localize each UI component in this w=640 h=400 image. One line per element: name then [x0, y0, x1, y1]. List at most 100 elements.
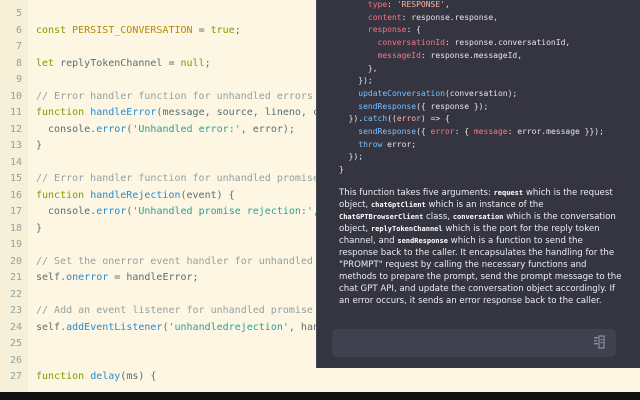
line-number: 27 — [9, 371, 22, 382]
line-number: 8 — [15, 57, 22, 69]
send-icon[interactable] — [592, 335, 606, 351]
code-line: 11 function handleError(message, source, … — [0, 105, 331, 121]
code-token: error — [96, 123, 127, 135]
inline-code: ChatGPTBrowserClient — [339, 213, 424, 221]
line-number: 18 — [9, 222, 22, 234]
response-code-token: messageId — [377, 50, 421, 60]
code-token: console. — [36, 206, 97, 217]
code-token: } — [36, 140, 43, 151]
code-token: (message, source, lineno, col — [156, 107, 332, 118]
description-text: This function takes five arguments: — [339, 188, 494, 198]
inline-code: request — [493, 189, 524, 197]
response-code-token: error — [430, 127, 455, 136]
response-code-token: : response.messageId, — [420, 50, 523, 60]
response-code-line: response: { — [339, 23, 421, 36]
code-token: } — [36, 222, 43, 234]
response-code-token: updateConversation — [358, 88, 445, 98]
code-line: 13} — [0, 138, 42, 154]
line-number: 16 — [9, 189, 22, 201]
response-code-token: (conversation); — [444, 88, 518, 98]
response-code-token: sendResponse — [358, 127, 417, 136]
response-code-token: content — [367, 12, 402, 22]
response-code-token: error; — [382, 139, 417, 149]
code-line: 23 // Add an event listener for unhandled… — [0, 303, 331, 319]
line-number: 6 — [15, 24, 22, 36]
response-code-token: }). — [348, 114, 364, 124]
response-code-token: ({ response }); — [416, 101, 489, 111]
code-token: PERSIST_CONVERSATION — [72, 24, 193, 36]
response-code-line: } — [339, 163, 344, 176]
response-code-token: response — [367, 25, 407, 35]
code-line: 27 function delay(ms) { — [0, 369, 156, 385]
code-line: 7 — [0, 39, 36, 55]
response-code-token: 'RESPONSE' — [396, 0, 445, 9]
response-code-token: ) => { — [420, 114, 450, 124]
response-code-token: sendResponse — [358, 101, 417, 111]
code-token: function — [36, 107, 91, 118]
code-token: replyTokenChannel = — [60, 57, 181, 69]
response-code-token: : response.response, — [401, 12, 498, 22]
line-number: 21 — [9, 272, 22, 283]
code-line: 24 self.addEventListener('unhandledreject… — [0, 320, 331, 336]
line-number: 12 — [9, 123, 22, 135]
response-code-token: ({ — [416, 127, 431, 136]
response-code-line: }); — [339, 74, 373, 87]
response-code-token: : — [387, 0, 397, 9]
line-number: 17 — [9, 206, 22, 217]
code-line: 25 — [0, 336, 36, 352]
response-code-line: messageId: response.messageId, — [339, 49, 523, 62]
code-line: 12 console.error('Unhandled error:', err… — [0, 122, 295, 138]
response-code-token: , — [444, 0, 450, 9]
code-line: 9 — [0, 72, 36, 88]
code-token: self. — [36, 272, 67, 283]
description-text: which is a function to send the response… — [339, 236, 622, 306]
code-line: 20 // Set the onerror event handler for u… — [0, 254, 331, 270]
code-token: handleRejection — [90, 189, 181, 201]
code-token: onerror — [66, 272, 109, 283]
code-token: (event) { — [180, 189, 235, 201]
response-code-line: }).catch((error) => { — [339, 112, 450, 125]
description-text: class, — [423, 212, 453, 222]
response-code-token: : { — [406, 25, 421, 35]
code-token: function — [36, 371, 91, 382]
code-token: = handleError; — [108, 272, 199, 283]
code-line: 21 self.onerror = handleError; — [0, 270, 199, 286]
code-token: ; — [234, 24, 241, 36]
code-token: ; — [204, 57, 211, 69]
response-code-token: throw — [358, 139, 383, 149]
response-code-token: }, — [367, 63, 378, 73]
response-code-line: type: 'RESPONSE', — [339, 0, 450, 11]
code-token: self. — [36, 321, 67, 333]
response-code-token: : error.message }}); — [507, 127, 604, 136]
code-line: 26 — [0, 353, 36, 369]
chat-panel: type: 'RESPONSE', content: response.resp… — [316, 0, 640, 368]
bottom-bar — [0, 392, 640, 400]
code-line: 16 function handleRejection(event) { — [0, 188, 235, 204]
line-number: 10 — [9, 90, 22, 102]
code-token: (ms) { — [120, 371, 157, 382]
line-number: 26 — [9, 354, 22, 366]
code-token: , error); — [240, 123, 295, 135]
line-number: 25 — [9, 338, 22, 349]
code-line: 15 // Error handler function for unhandle… — [0, 171, 331, 187]
line-number: 19 — [9, 239, 22, 250]
response-code-token: }); — [358, 76, 373, 86]
code-token: // Error handler function for unhandled … — [36, 90, 313, 102]
code-line: 18} — [0, 221, 42, 237]
response-code-block: type: 'RESPONSE', content: response.resp… — [317, 0, 640, 180]
chat-input[interactable] — [332, 329, 616, 357]
response-code-line: throw error; — [339, 138, 416, 151]
code-token: 'Unhandled error:' — [132, 123, 241, 135]
response-code-token: (( — [387, 114, 397, 124]
code-token: true — [210, 24, 235, 36]
response-code-token: type — [367, 0, 388, 9]
code-token: const — [36, 24, 73, 36]
code-token: 'Unhandled promise rejection:' — [132, 206, 313, 217]
line-number: 5 — [15, 8, 22, 19]
response-code-line: }); — [339, 150, 363, 163]
response-code-token: catch — [363, 114, 388, 124]
description-text: which is an instance of the — [425, 200, 544, 210]
code-token: = — [192, 24, 211, 36]
code-token: // Add an event listener for unhandled p… — [36, 305, 332, 316]
line-number: 14 — [9, 156, 22, 168]
